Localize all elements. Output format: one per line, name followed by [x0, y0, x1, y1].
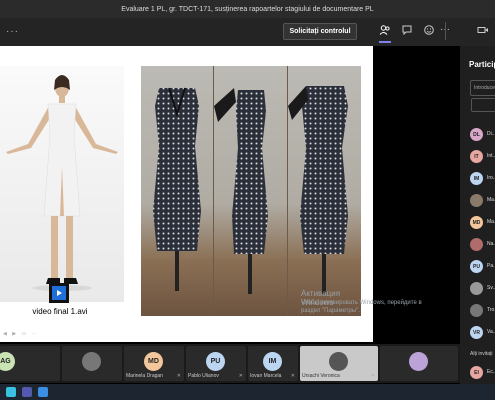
participant-list-item[interactable]: Ma... [470, 194, 495, 208]
participant-name: Ma... [487, 197, 495, 203]
participant-list-item[interactable]: EI Ec... [470, 366, 495, 380]
meeting-toolbar: ··· [0, 18, 495, 47]
participant-list-item[interactable]: DL Di... [470, 128, 495, 142]
participant-gallery: AG MD Marinela Dragan ✕ PU Pablo Ulianov ✕ IM Io… [0, 344, 460, 383]
participant-list-item[interactable]: IT Int... [470, 150, 495, 164]
participant-avatar [470, 238, 483, 251]
dress-photo-side [214, 66, 287, 316]
participant-name: Tro... [487, 307, 495, 313]
video-file-icon[interactable] [48, 282, 70, 304]
participants-title: Participanți [469, 60, 495, 69]
participant-name: Sv... [487, 285, 495, 291]
participant-avatar: EI [470, 366, 483, 379]
participant-tile[interactable]: IM Iovan Marcela ✕ [248, 346, 298, 381]
windows-taskbar [0, 384, 495, 400]
participant-list-item[interactable]: VR Va... [470, 326, 495, 340]
participant-name: Na... [487, 241, 495, 247]
participant-name: Iovan Marcela [250, 373, 282, 379]
participant-name: Ec... [487, 369, 495, 375]
participant-name: Ursachi Veronica [302, 373, 340, 379]
participant-name: Pa... [487, 263, 495, 269]
participant-avatar: IT [470, 150, 483, 163]
dress-photo-back [288, 66, 361, 316]
participant-list-item[interactable]: Sv... [470, 282, 495, 296]
participant-list-item[interactable]: Na... [470, 238, 495, 252]
participant-avatar: AG [0, 352, 15, 371]
participant-avatar [409, 352, 428, 371]
participant-list-item[interactable]: MD Ma... [470, 216, 495, 230]
participants-panel: Participanți Introduceți Alți invitați D… [460, 46, 495, 384]
participant-search-input[interactable]: Introduceți [470, 80, 495, 96]
participant-tile[interactable] [380, 346, 458, 381]
people-tab-indicator [379, 41, 391, 43]
chat-icon[interactable] [401, 24, 413, 36]
participant-name: Va... [487, 329, 495, 335]
participant-name: Iro... [487, 175, 495, 181]
participant-avatar: MD [470, 216, 483, 229]
other-guests-section[interactable]: Alți invitați [470, 351, 493, 357]
more-options-icon[interactable]: ··· [6, 26, 19, 37]
panel-action-button[interactable] [471, 98, 495, 112]
windows-activation-text: Чтобы активировать Windows, перейдите в … [301, 300, 422, 314]
participant-avatar: IM [263, 352, 282, 371]
dress-photo-collage [141, 66, 361, 316]
participant-avatar [82, 352, 101, 371]
reactions-icon[interactable] [423, 24, 435, 36]
participant-avatar [470, 304, 483, 317]
participant-list-item[interactable]: Tro... [470, 304, 495, 318]
taskbar-teams-icon[interactable] [22, 387, 32, 397]
participant-avatar: DL [470, 128, 483, 141]
slide-controls[interactable]: ◀ ▶ ▭ ⋯ [3, 331, 39, 337]
mic-muted-icon: ✕ [290, 373, 295, 379]
camera-icon[interactable] [477, 24, 489, 36]
taskbar-app-icon[interactable] [6, 387, 16, 397]
participant-tile[interactable]: PU Pablo Ulianov ✕ [186, 346, 246, 381]
participant-tile[interactable]: Ursachi Veronica ✕ [300, 346, 378, 381]
people-icon[interactable] [379, 24, 391, 36]
participant-name: Di... [487, 131, 495, 137]
mic-muted-icon: ✕ [370, 373, 375, 379]
request-control-button[interactable]: Solicitați controlul [283, 23, 357, 40]
taskbar-browser-icon[interactable] [38, 387, 48, 397]
mic-muted-icon: ✕ [238, 373, 243, 379]
participant-name: Pablo Ulianov [188, 373, 219, 379]
participant-avatar: PU [470, 260, 483, 273]
shared-screen: video final 1.avi Активация Windows Чтоб… [0, 46, 460, 344]
dress-3d-render [0, 66, 124, 302]
participant-tile[interactable]: AG [0, 346, 60, 381]
mic-muted-icon: ✕ [176, 373, 181, 379]
participant-tile[interactable] [62, 346, 122, 381]
window-title: Evaluare 1 PL, gr. TDCT-171, susținerea … [121, 5, 374, 13]
dress-photo-front [141, 66, 213, 316]
participant-list-item[interactable]: PU Pa... [470, 260, 495, 274]
participant-list-item[interactable]: IM Iro... [470, 172, 495, 186]
participant-avatar [329, 352, 348, 371]
participant-avatar: MD [144, 352, 163, 371]
participant-avatar: VR [470, 326, 483, 339]
toolbar-divider [445, 22, 446, 40]
title-bar: Evaluare 1 PL, gr. TDCT-171, susținerea … [0, 0, 495, 18]
participant-name: Ma... [487, 219, 495, 225]
participant-avatar [470, 194, 483, 207]
video-file-label: video final 1.avi [32, 307, 88, 316]
presentation-slide: video final 1.avi Активация Windows Чтоб… [0, 46, 422, 342]
participant-avatar: IM [470, 172, 483, 185]
participant-avatar: PU [206, 352, 225, 371]
participant-name: Marinela Dragan [126, 373, 163, 379]
participant-name: Int... [487, 153, 495, 159]
participant-tile[interactable]: MD Marinela Dragan ✕ [124, 346, 184, 381]
participant-avatar [470, 282, 483, 295]
